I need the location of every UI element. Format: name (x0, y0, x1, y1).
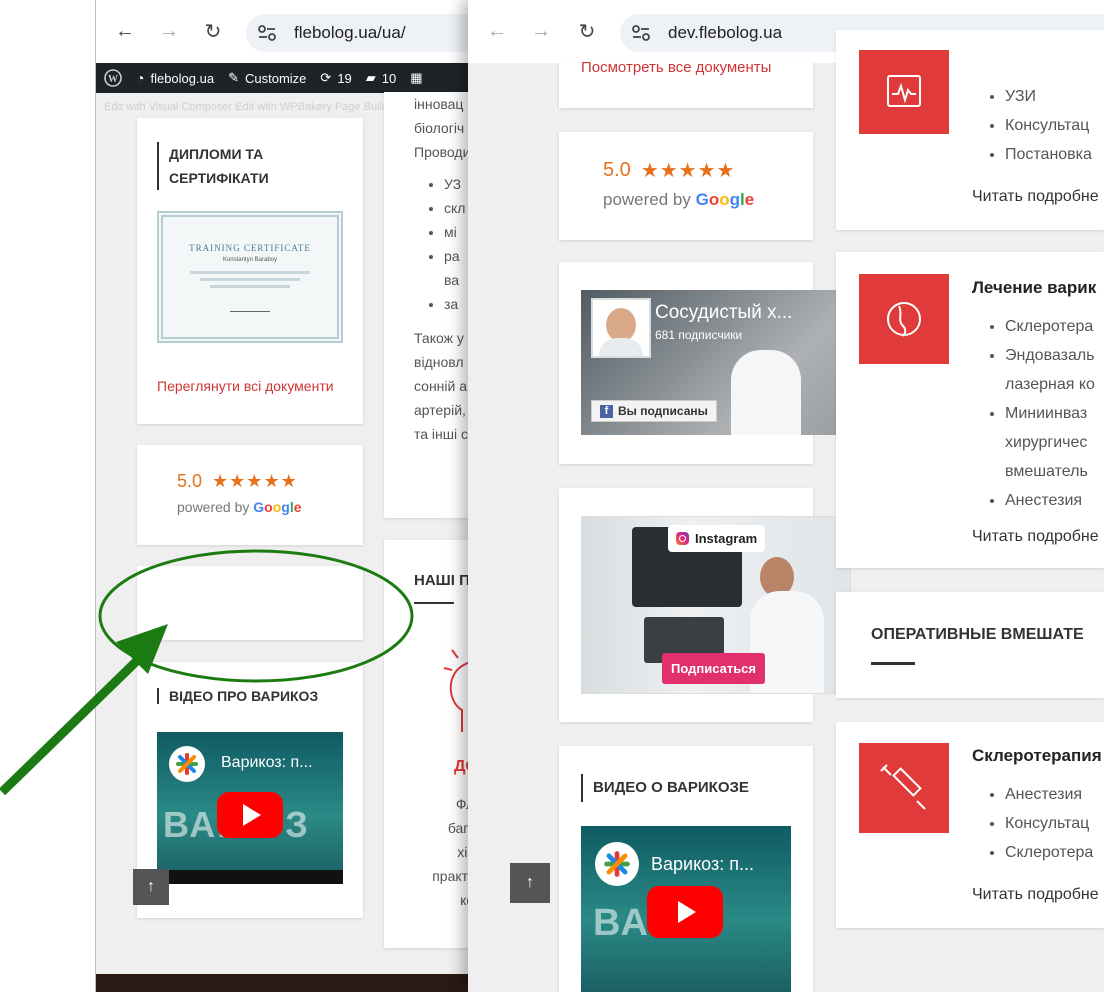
read-more-link[interactable]: Читать подробне (972, 528, 1099, 546)
forward-icon[interactable]: → (156, 18, 182, 44)
service-2-title: Лечение варик (972, 278, 1097, 297)
instagram-photo[interactable]: Instagram Подписаться (581, 516, 851, 694)
admin-site-link[interactable]: ◔ flebolog.ua (136, 70, 214, 86)
service-2-list: Склеротера Эндовазаль лазерная ко Миниин… (985, 312, 1095, 515)
youtube-play-icon[interactable] (647, 886, 723, 938)
page-avatar (591, 298, 651, 358)
service-3-list: Анестезия Консультац Склеротера (985, 780, 1093, 867)
instagram-subscribe-button[interactable]: Подписаться (662, 653, 766, 684)
docs-card: Посмотреть все документы (559, 59, 813, 108)
reload-icon[interactable]: ↻ (574, 18, 600, 44)
video-caption: Варикоз: п... (651, 854, 754, 874)
brush-icon: ✎ (228, 70, 239, 85)
scroll-to-top-button[interactable]: ↑ (510, 863, 550, 903)
certificate-name: Konstantyn Baraboy (222, 257, 278, 263)
view-docs-link[interactable]: Переглянути всі документи (157, 378, 334, 394)
calendar-icon[interactable]: ▦ (410, 70, 422, 86)
instagram-label: Instagram (668, 525, 766, 552)
youtube-play-icon[interactable] (217, 792, 283, 838)
facebook-followers: 681 подписчики (655, 328, 743, 342)
signature-icon (230, 302, 270, 312)
comments-link[interactable]: ▰ 10 (366, 70, 396, 86)
back-icon[interactable]: ← (112, 18, 138, 44)
site-settings-icon[interactable] (258, 25, 288, 41)
leg-vein-icon (859, 274, 949, 364)
facebook-page-plugin[interactable]: Сосудистый х... 681 подписчики f Вы подп… (581, 290, 837, 435)
refresh-icon: ⟳ (320, 70, 332, 85)
url-text: flebolog.ua/ua/ (294, 23, 406, 42)
doctor-figure (731, 350, 801, 435)
reload-icon[interactable]: ↻ (200, 18, 226, 44)
procedures-list: УЗ скл мі ра ва за (424, 172, 465, 316)
wordpress-icon[interactable]: W (104, 69, 122, 87)
google-rating-card: 5.0 ★★★★★ powered by Google (137, 445, 363, 545)
operative-heading: ОПЕРАТИВНЫЕ ВМЕШАТЕ (871, 626, 1084, 643)
facebook-card: Сосудистый х... 681 подписчики f Вы подп… (559, 262, 837, 464)
instagram-icon (676, 532, 689, 545)
service-card-2: Лечение варик Склеротера Эндовазаль лазе… (836, 252, 1104, 568)
instagram-card: Instagram Подписаться (559, 488, 851, 722)
channel-logo-icon (595, 842, 639, 886)
right-browser-window: ← → ↻ dev.flebolog.ua Посмотреть все док… (468, 0, 1104, 992)
service-card-3: Склеротерапия Анестезия Консультац Склер… (836, 722, 1104, 928)
view-docs-link[interactable]: Посмотреть все документы (581, 59, 771, 76)
certificate-image[interactable]: TRAINING CERTIFICATE Konstantyn Baraboy (157, 211, 343, 343)
dashboard-icon: ◔ (136, 70, 145, 86)
google-rating-card: 5.0 ★★★★★ powered by Google (559, 132, 813, 240)
scroll-to-top-button[interactable]: ↑ (133, 869, 169, 905)
diplomas-title: ДИПЛОМИ ТА СЕРТИФІКАТИ (157, 142, 287, 190)
svg-text:W: W (108, 74, 118, 85)
forward-icon[interactable]: → (528, 18, 554, 44)
syringe-icon (859, 743, 949, 833)
certificate-title: TRAINING CERTIFICATE (189, 243, 311, 253)
video-title: ВІДЕО ПРО ВАРИКОЗ (157, 688, 318, 704)
service-3-title: Склеротерапия (972, 746, 1102, 765)
comment-icon: ▰ (365, 70, 376, 85)
read-more-link[interactable]: Читать подробне (972, 886, 1099, 904)
powered-by-google: powered by Google (177, 499, 302, 515)
stars-icon: ★★★★★ (640, 160, 736, 182)
youtube-video[interactable]: ВАР ОЗ Варикоз: п... (157, 732, 343, 884)
our-heading: НАШІ П (414, 572, 470, 589)
empty-widget-card (137, 566, 363, 640)
video-card: ВИДЕО О ВАРИКОЗЕ ВА З Варикоз: п... (559, 746, 813, 992)
url-text: dev.flebolog.ua (668, 23, 783, 42)
service-1-list: УЗИ Консультац Постановка (985, 82, 1092, 169)
monitor-icon (859, 50, 949, 134)
read-more-link[interactable]: Читать подробне (972, 188, 1099, 206)
facebook-page-name[interactable]: Сосудистый х... (655, 302, 792, 324)
video-card: ВІДЕО ПРО ВАРИКОЗ ВАР ОЗ Варикоз: п... (137, 662, 363, 918)
youtube-video[interactable]: ВА З Варикоз: п... (581, 826, 791, 992)
rating-value: 5.0 (603, 159, 631, 181)
channel-logo-icon (169, 746, 205, 782)
facebook-subscribed-button[interactable]: f Вы подписаны (591, 400, 717, 422)
admin-subbar: Edit with Visual Composer Edit with WPBa… (104, 101, 398, 113)
facebook-icon: f (600, 404, 613, 418)
diplomas-card: ДИПЛОМИ ТА СЕРТИФІКАТИ TRAINING CERTIFIC… (137, 118, 363, 424)
operative-card: ОПЕРАТИВНЫЕ ВМЕШАТЕ (836, 592, 1104, 698)
rating-value: 5.0 (177, 471, 203, 491)
video-title: ВИДЕО О ВАРИКОЗЕ (581, 774, 749, 802)
site-settings-icon[interactable] (632, 25, 662, 41)
updates-link[interactable]: ⟳ 19 (320, 70, 351, 86)
customize-link[interactable]: ✎ Customize (228, 70, 306, 86)
powered-by-google: powered by Google (603, 190, 755, 209)
stars-icon: ★★★★★ (212, 471, 298, 491)
back-icon[interactable]: ← (484, 18, 510, 44)
video-caption: Варикоз: п... (221, 754, 313, 771)
service-card-1: УЗИ Консультац Постановка Читать подробн… (836, 30, 1104, 230)
